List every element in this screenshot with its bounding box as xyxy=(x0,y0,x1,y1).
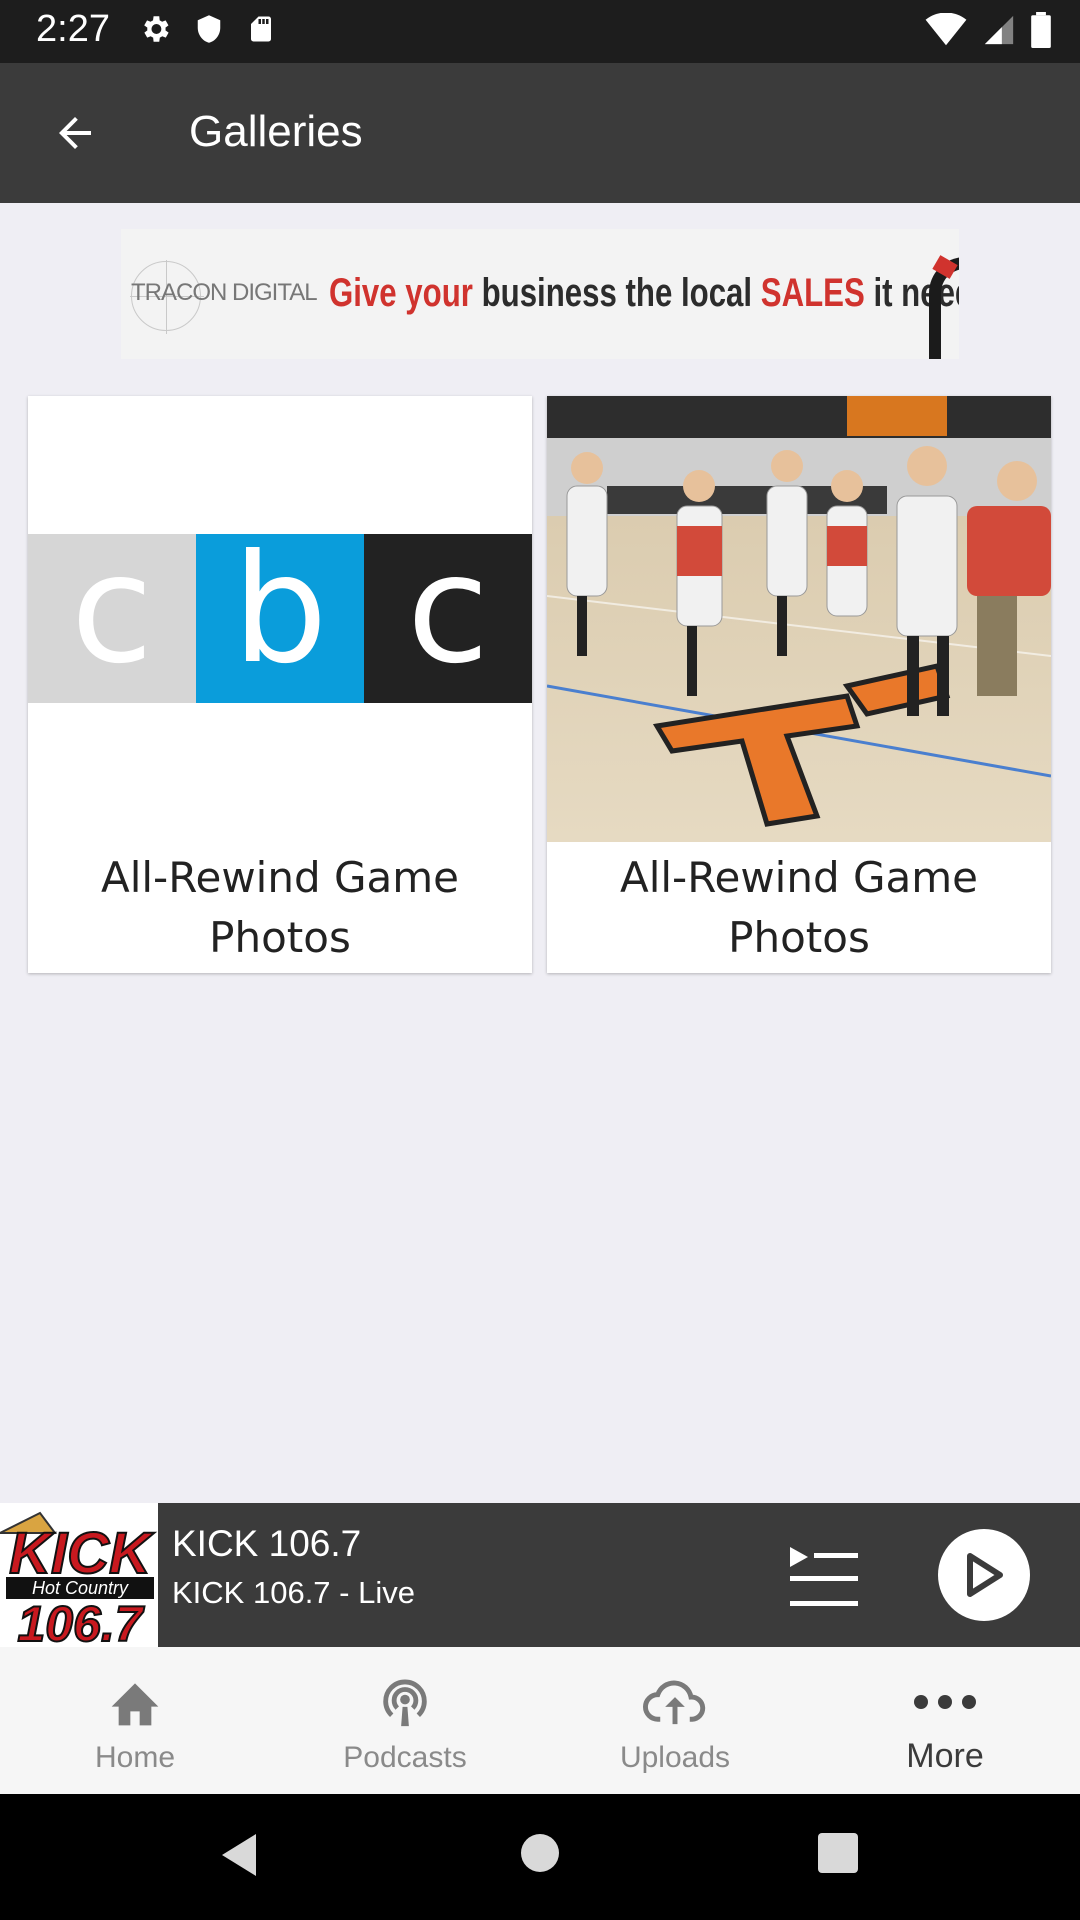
player-title: KICK 106.7 xyxy=(172,1523,362,1564)
battery-icon xyxy=(1031,12,1051,48)
now-playing-bar[interactable]: KICK Hot Country 106.7 KICK 106.7 KICK 1… xyxy=(0,1503,1080,1647)
wifi-icon xyxy=(925,13,967,46)
kick-logo-icon: KICK Hot Country 106.7 xyxy=(0,1503,158,1647)
app-bar: Galleries xyxy=(0,63,1080,203)
banner-text-part2: business the local xyxy=(472,271,761,315)
queue-list-icon xyxy=(790,1547,858,1606)
nav-label-uploads: Uploads xyxy=(619,1741,731,1774)
back-button[interactable] xyxy=(40,103,110,163)
nav-item-uploads[interactable]: Uploads xyxy=(540,1647,810,1794)
cbc-letter-c1: c xyxy=(28,534,196,703)
cbc-letter-c2: c xyxy=(364,534,532,703)
status-bar: 2:27 xyxy=(0,0,1080,63)
cbc-logo: c b c xyxy=(28,534,532,703)
podcast-icon xyxy=(370,1671,440,1733)
status-icons-left xyxy=(138,12,276,46)
banner-text-part1: Give your xyxy=(329,271,473,315)
gallery-thumbnail-cbc: c b c xyxy=(28,396,532,842)
logo-text-mid: Hot Country xyxy=(32,1578,129,1598)
gallery-card[interactable]: All-Rewind Game Photos xyxy=(547,396,1051,973)
gallery-thumbnail-photo xyxy=(547,396,1051,842)
cbc-letter-b: b xyxy=(196,534,364,703)
nav-label-home: Home xyxy=(94,1741,176,1774)
gallery-title: All-Rewind Game Photos xyxy=(619,853,979,962)
logo-text-bottom: 106.7 xyxy=(17,1596,144,1647)
status-icons-right xyxy=(924,12,1052,48)
system-recents-icon[interactable] xyxy=(818,1833,858,1873)
arrow-back-icon xyxy=(59,117,91,149)
player-subtitle: KICK 106.7 - Live xyxy=(172,1575,415,1610)
banner-brand: TRACON DIGITAL xyxy=(131,279,318,306)
system-navigation-bar xyxy=(0,1794,1080,1920)
nav-label-more: More xyxy=(906,1737,984,1775)
sd-card-icon xyxy=(251,16,271,42)
gear-icon xyxy=(144,16,169,42)
banner-text: Give your business the local SALES it ne… xyxy=(329,271,959,316)
nav-item-home[interactable]: Home xyxy=(0,1647,270,1794)
bottom-navigation: Home Podcasts Uploads More xyxy=(0,1647,1080,1794)
cloud-upload-icon xyxy=(640,1671,710,1733)
nav-item-podcasts[interactable]: Podcasts xyxy=(270,1647,540,1794)
basketball-team-photo xyxy=(547,396,1051,842)
logo-text-top: KICK xyxy=(9,1521,155,1586)
nav-label-podcasts: Podcasts xyxy=(343,1741,467,1774)
banner-text-part3: SALES xyxy=(760,271,865,315)
gallery-title: All-Rewind Game Photos xyxy=(100,853,460,962)
gallery-card[interactable]: c b c All-Rewind Game Photos xyxy=(28,396,532,973)
nav-item-more[interactable]: More xyxy=(810,1647,1080,1794)
home-icon xyxy=(100,1671,170,1733)
play-button[interactable] xyxy=(938,1529,1030,1621)
banner-ad[interactable]: TRACON DIGITAL Give your business the lo… xyxy=(121,229,959,359)
shield-icon xyxy=(197,15,221,43)
play-icon xyxy=(967,1553,1003,1597)
more-dots-icon xyxy=(910,1671,980,1733)
system-home-icon[interactable] xyxy=(521,1834,559,1872)
page-title: Galleries xyxy=(189,107,363,156)
signal-icon xyxy=(984,15,1014,45)
queue-button[interactable] xyxy=(786,1543,862,1613)
system-back-icon[interactable] xyxy=(218,1832,258,1878)
station-logo: KICK Hot Country 106.7 xyxy=(0,1503,158,1647)
status-time: 2:27 xyxy=(36,8,110,50)
